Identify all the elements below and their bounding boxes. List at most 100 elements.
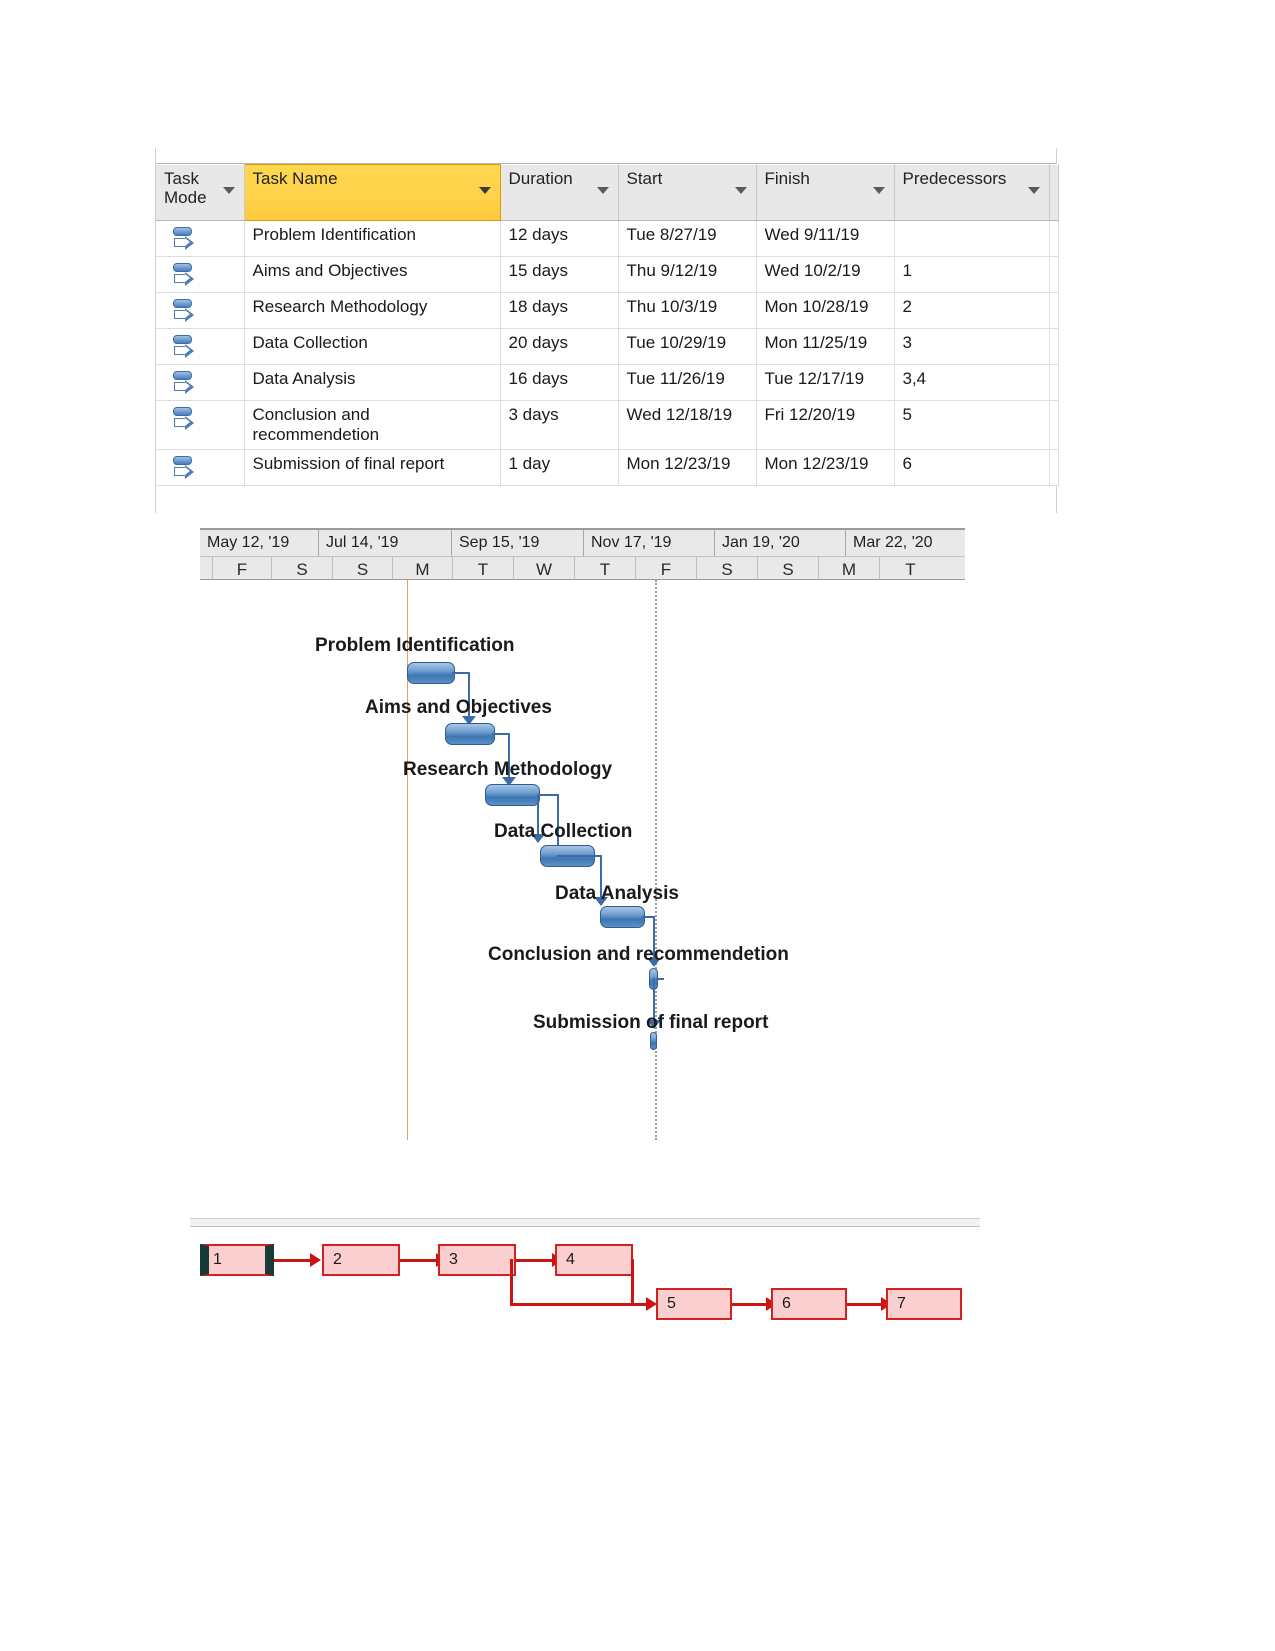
cell-task-name[interactable]: Submission of final report [244,449,501,486]
cell-start[interactable]: Thu 9/12/19 [618,256,757,293]
timescale-minor-cell: S [697,557,758,582]
cell-finish[interactable]: Mon 10/28/19 [756,292,895,329]
cell-task-mode[interactable] [156,364,245,401]
network-node-4[interactable]: 4 [555,1244,633,1276]
column-header-task-name[interactable]: Task Name [243,164,501,221]
cell-task-mode[interactable] [156,449,245,486]
column-header-task-mode[interactable]: Task Mode [156,164,245,221]
cell-start[interactable]: Wed 12/18/19 [618,400,757,450]
cell-start[interactable]: Thu 10/3/19 [618,292,757,329]
cell-start[interactable]: Tue 10/29/19 [618,328,757,365]
cell-task-mode[interactable] [156,256,245,293]
network-node-7[interactable]: 7 [886,1288,962,1320]
document-page: Task Mode Task Name Duration Start Finis… [0,0,1275,1651]
gantt-bar[interactable] [600,906,645,928]
auto-schedule-icon [172,370,198,396]
auto-schedule-icon [172,406,198,432]
cell-predecessors[interactable]: 1 [894,256,1050,293]
cell-predecessors[interactable]: 3 [894,328,1050,365]
cell-start[interactable]: Mon 12/23/19 [618,449,757,486]
cell-predecessors[interactable]: 6 [894,449,1050,486]
chevron-down-icon[interactable] [596,187,609,194]
network-link [400,1259,440,1262]
table-top-ghost-text [162,144,165,156]
cell-duration[interactable]: 1 day [500,449,619,486]
column-header-duration[interactable]: Duration [500,164,619,221]
table-row[interactable]: Aims and Objectives 15 days Thu 9/12/19 … [156,256,1059,293]
cell-duration[interactable]: 16 days [500,364,619,401]
gantt-bar[interactable] [650,1032,657,1050]
chevron-down-icon[interactable] [222,187,235,194]
table-row[interactable]: Research Methodology 18 days Thu 10/3/19… [156,292,1059,329]
cell-task-name[interactable]: Aims and Objectives [244,256,501,293]
timescale-minor-row: F S S M T W T F S S M T [200,556,965,582]
network-link [847,1303,885,1306]
status-date-line [655,580,657,1140]
timescale-major-cell: Nov 17, '19 [584,530,715,556]
table-row[interactable]: Data Analysis 16 days Tue 11/26/19 Tue 1… [156,364,1059,401]
table-row[interactable]: Submission of final report 1 day Mon 12/… [156,449,1059,486]
cell-finish[interactable]: Fri 12/20/19 [756,400,895,450]
gantt-bar[interactable] [407,662,455,684]
gantt-bar[interactable] [445,723,495,745]
network-node-3[interactable]: 3 [438,1244,516,1276]
network-top-divider [190,1218,980,1227]
cell-start[interactable]: Tue 8/27/19 [618,220,757,257]
column-header-start[interactable]: Start [618,164,757,221]
cell-finish[interactable]: Wed 9/11/19 [756,220,895,257]
gantt-link [537,794,559,796]
cell-finish[interactable]: Wed 10/2/19 [756,256,895,293]
cell-task-name[interactable]: Data Analysis [244,364,501,401]
cell-predecessors[interactable] [894,220,1050,257]
table-top-strip [156,148,1056,164]
table-row[interactable]: Data Collection 20 days Tue 10/29/19 Mon… [156,328,1059,365]
chevron-down-icon[interactable] [478,187,491,194]
timescale-minor-cell: W [514,557,575,582]
gantt-chart-body[interactable]: Problem Identification Aims and Objectiv… [200,580,965,1140]
cell-task-name[interactable]: Data Collection [244,328,501,365]
cell-task-name[interactable]: Research Methodology [244,292,501,329]
cell-finish[interactable]: Mon 11/25/19 [756,328,895,365]
gantt-bar[interactable] [485,784,540,806]
cell-duration[interactable]: 15 days [500,256,619,293]
chevron-down-icon[interactable] [734,187,747,194]
cell-predecessors[interactable]: 3,4 [894,364,1050,401]
cell-duration[interactable]: 20 days [500,328,619,365]
auto-schedule-icon [172,334,198,360]
table-row[interactable]: Problem Identification 12 days Tue 8/27/… [156,220,1059,257]
cell-task-name[interactable]: Problem Identification [244,220,501,257]
network-link [510,1259,513,1305]
cell-start[interactable]: Tue 11/26/19 [618,364,757,401]
auto-schedule-icon [172,226,198,252]
column-header-overflow[interactable] [1049,164,1059,221]
cell-predecessors[interactable]: 2 [894,292,1050,329]
cell-finish[interactable]: Tue 12/17/19 [756,364,895,401]
task-grid: Task Mode Task Name Duration Start Finis… [156,164,1059,486]
chevron-down-icon[interactable] [1027,187,1040,194]
column-header-predecessors[interactable]: Predecessors [894,164,1050,221]
cell-duration[interactable]: 12 days [500,220,619,257]
network-link [732,1303,770,1306]
timescale-minor-cell: F [213,557,272,582]
column-header-duration-label: Duration [508,169,573,188]
cell-finish[interactable]: Mon 12/23/19 [756,449,895,486]
cell-task-mode[interactable] [156,220,245,257]
network-link [510,1303,650,1306]
cell-overflow [1049,364,1059,401]
cell-task-mode[interactable] [156,292,245,329]
chevron-down-icon[interactable] [872,187,885,194]
network-node-1[interactable]: 1 [200,1244,274,1276]
network-node-2[interactable]: 2 [322,1244,400,1276]
table-row[interactable]: Conclusion and recommendetion 3 days Wed… [156,400,1059,450]
network-node-6[interactable]: 6 [771,1288,847,1320]
cell-duration[interactable]: 3 days [500,400,619,450]
column-header-finish[interactable]: Finish [756,164,895,221]
timescale-minor-cell: M [393,557,453,582]
cell-predecessors[interactable]: 5 [894,400,1050,450]
cell-task-mode[interactable] [156,328,245,365]
cell-task-mode[interactable] [156,400,245,450]
cell-duration[interactable]: 18 days [500,292,619,329]
gantt-bar-label: Data Collection [494,821,633,842]
cell-task-name[interactable]: Conclusion and recommendetion [244,400,501,450]
network-node-5[interactable]: 5 [656,1288,732,1320]
